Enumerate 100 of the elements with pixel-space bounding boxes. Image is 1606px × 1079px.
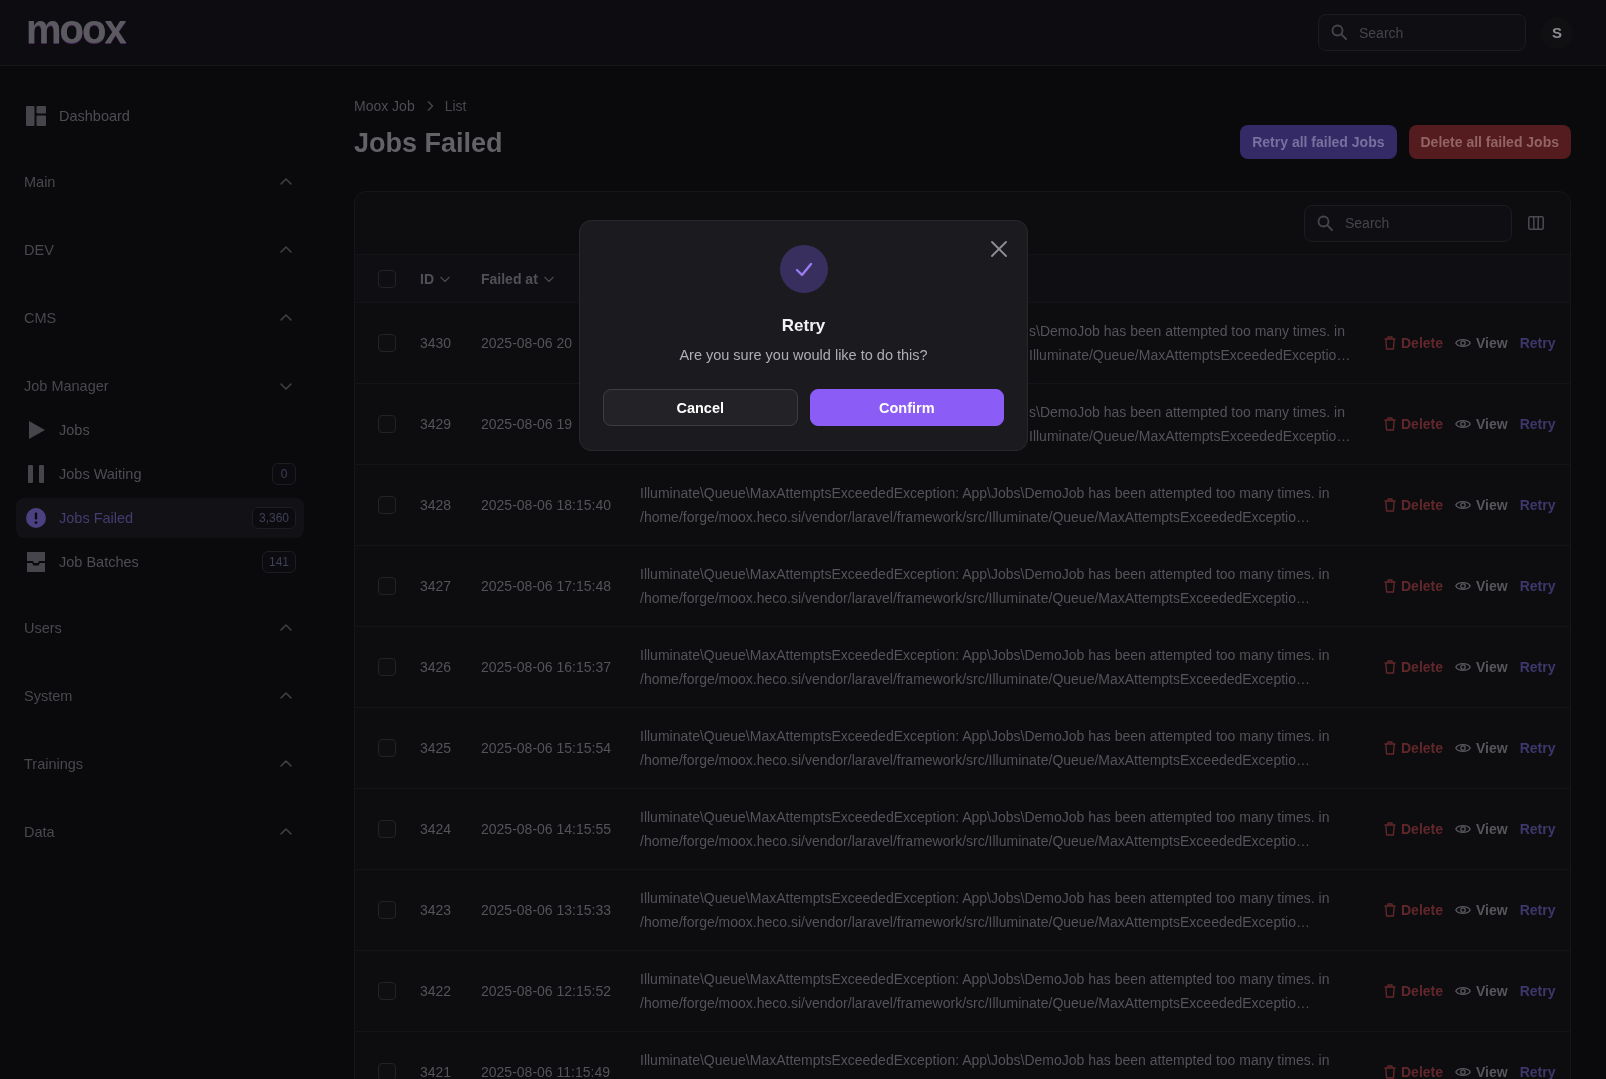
cancel-button[interactable]: Cancel: [603, 389, 798, 426]
eye-icon: [1455, 337, 1472, 349]
exception-message-cell-text: Illuminate\Queue\MaxAttemptsExceededException: App\Jobs\DemoJob has been attempted too many times. in: [640, 1051, 1330, 1070]
view-link[interactable]: View: [1455, 497, 1508, 513]
view-link[interactable]: View: [1455, 1064, 1508, 1079]
eye-icon: [1455, 904, 1472, 916]
chevron-up-icon: [280, 690, 292, 702]
dashboard-icon: [26, 106, 46, 126]
retry-link[interactable]: Retry: [1519, 659, 1556, 675]
delete-link[interactable]: Delete: [1384, 902, 1444, 918]
eye-icon: [1455, 661, 1472, 673]
eye-icon: [1455, 418, 1472, 430]
delete-link[interactable]: Delete: [1384, 1064, 1444, 1079]
retry-all-button[interactable]: Retry all failed Jobs: [1240, 125, 1397, 159]
retry-link[interactable]: Retry: [1519, 902, 1556, 918]
trash-icon: [1384, 417, 1396, 431]
sidebar-item[interactable]: Job Batches 141: [16, 542, 304, 582]
exception-message-cell-text: Illuminate\Queue\MaxAttemptsExceededException: App\Jobs\DemoJob has been attempted too many times. in /home/forge/moox.heco.si/vendor/laravel/framework/src/Illuminate/Queue/MaxAttemptsExceededExceptio…: [640, 646, 1331, 689]
nav-group-toggle[interactable]: DEV: [16, 228, 304, 272]
search-icon: [1317, 214, 1333, 231]
eye-icon: [1455, 823, 1472, 835]
eye-icon: [1455, 580, 1472, 592]
delete-link[interactable]: Delete: [1384, 497, 1444, 513]
sidebar-item[interactable]: Jobs Failed 3,360: [16, 498, 304, 538]
job-id-cell: 3430: [420, 335, 452, 351]
retry-link[interactable]: Retry: [1519, 335, 1556, 351]
view-link[interactable]: View: [1455, 821, 1508, 837]
failed-at-cell: 2025-08-06 18:15:40: [481, 497, 611, 513]
page-title: Jobs Failed: [354, 127, 503, 160]
retry-link[interactable]: Retry: [1519, 578, 1556, 594]
nav-group-toggle[interactable]: Main: [16, 160, 304, 204]
retry-link[interactable]: Retry: [1519, 416, 1556, 432]
failed-at-cell: 2025-08-06 17:15:48: [481, 578, 611, 594]
column-header[interactable]: ID: [420, 270, 450, 287]
count-badge: 0: [272, 463, 296, 485]
view-link[interactable]: View: [1455, 416, 1508, 432]
failed-at-cell: 2025-08-06 19: [481, 416, 573, 432]
retry-link[interactable]: Retry: [1519, 740, 1556, 756]
eye-icon: [1455, 499, 1472, 511]
eye-icon: [1455, 742, 1472, 754]
delete-link[interactable]: Delete: [1384, 740, 1444, 756]
delete-link[interactable]: Delete: [1384, 821, 1444, 837]
exception-message-cell-text: Illuminate\Queue\MaxAttemptsExceededException: App\Jobs\DemoJob has been attempted too many times. in /home/forge/moox.heco.si/vendor/laravel/framework/src/Illuminate/Queue/MaxAttemptsExceededExceptio…: [640, 808, 1331, 851]
nav-group-toggle[interactable]: System: [16, 674, 304, 718]
nav-group-toggle[interactable]: Users: [16, 606, 304, 650]
delete-link[interactable]: Delete: [1384, 983, 1444, 999]
nav-group-toggle[interactable]: Job Manager: [16, 364, 304, 408]
breadcrumb-current: List: [444, 98, 467, 114]
exception-message-cell-text: Illuminate\Queue\MaxAttemptsExceededException: App\Jobs\DemoJob has been attempted too many times. in /home/forge/moox.heco.si/vendor/laravel/framework/src/Illuminate/Queue/MaxAttemptsExceededExceptio…: [640, 484, 1331, 527]
pause-icon: [26, 464, 46, 484]
confirm-button[interactable]: Confirm: [809, 389, 1004, 426]
view-link[interactable]: View: [1455, 335, 1508, 351]
play-icon: [26, 420, 46, 440]
retry-link[interactable]: Retry: [1519, 497, 1556, 513]
columns-icon[interactable]: [1528, 216, 1544, 230]
retry-link[interactable]: Retry: [1519, 821, 1556, 837]
view-link[interactable]: View: [1455, 902, 1508, 918]
logo: moox: [26, 8, 125, 53]
delete-link[interactable]: Delete: [1384, 578, 1444, 594]
job-id-cell: 3429: [420, 416, 452, 432]
nav-group-toggle[interactable]: Data: [16, 810, 304, 854]
trash-icon: [1384, 903, 1396, 917]
job-id-cell: 3423: [420, 902, 452, 918]
sidebar-item[interactable]: Jobs Waiting 0: [16, 454, 304, 494]
retry-link[interactable]: Retry: [1519, 983, 1556, 999]
failed-at-cell: 2025-08-06 15:15:54: [481, 740, 611, 756]
trash-icon: [1384, 741, 1396, 755]
delete-link[interactable]: Delete: [1384, 416, 1444, 432]
breadcrumb-link[interactable]: Moox Job: [354, 98, 415, 114]
exception-message-cell-text: s\DemoJob has been attempted too many times. in Illuminate/Queue/MaxAttemptsExceededExceptio…: [1029, 403, 1352, 446]
retry-link[interactable]: Retry: [1519, 1064, 1556, 1079]
view-link[interactable]: View: [1455, 983, 1508, 999]
job-id-cell: 3427: [420, 578, 452, 594]
trash-icon: [1384, 984, 1396, 998]
trash-icon: [1384, 660, 1396, 674]
dialog-title: Retry: [781, 315, 826, 337]
exception-message-cell-text: Illuminate\Queue\MaxAttemptsExceededException: App\Jobs\DemoJob has been attempted too many times. in /home/forge/moox.heco.si/vendor/laravel/framework/src/Illuminate/Queue/MaxAttemptsExceededExceptio…: [640, 727, 1331, 770]
delete-link[interactable]: Delete: [1384, 335, 1444, 351]
count-badge: 3,360: [251, 507, 296, 529]
trash-icon: [1384, 336, 1396, 350]
sidebar-item[interactable]: Dashboard: [16, 96, 304, 136]
failed-at-cell: 2025-08-06 13:15:33: [481, 902, 611, 918]
view-link[interactable]: View: [1455, 578, 1508, 594]
failed-at-cell: 2025-08-06 12:15:52: [481, 983, 611, 999]
view-link[interactable]: View: [1455, 659, 1508, 675]
sidebar-item[interactable]: Jobs: [16, 410, 304, 450]
job-id-cell: 3428: [420, 497, 452, 513]
chevron-up-icon: [280, 758, 292, 770]
delete-all-button[interactable]: Delete all failed Jobs: [1408, 125, 1571, 159]
view-link[interactable]: View: [1455, 740, 1508, 756]
exception-message-cell-text: s\DemoJob has been attempted too many times. in Illuminate/Queue/MaxAttemptsExceededExceptio…: [1029, 322, 1352, 365]
nav-group-toggle[interactable]: Trainings: [16, 742, 304, 786]
failed-at-cell: 2025-08-06 14:15:55: [481, 821, 611, 837]
nav-group-toggle[interactable]: CMS: [16, 296, 304, 340]
exception-message-cell-text: Illuminate\Queue\MaxAttemptsExceededException: App\Jobs\DemoJob has been attempted too many times. in /home/forge/moox.heco.si/vendor/laravel/framework/src/Illuminate/Queue/MaxAttemptsExceededExceptio…: [640, 889, 1331, 932]
failed-at-cell: 2025-08-06 16:15:37: [481, 659, 611, 675]
exception-message-cell-text: Illuminate\Queue\MaxAttemptsExceededException: App\Jobs\DemoJob has been attempted too many times. in /home/forge/moox.heco.si/vendor/laravel/framework/src/Illuminate/Queue/MaxAttemptsExceededExceptio…: [640, 565, 1331, 608]
close-icon[interactable]: [991, 241, 1007, 257]
column-header[interactable]: Failed at: [481, 270, 554, 287]
delete-link[interactable]: Delete: [1384, 659, 1444, 675]
